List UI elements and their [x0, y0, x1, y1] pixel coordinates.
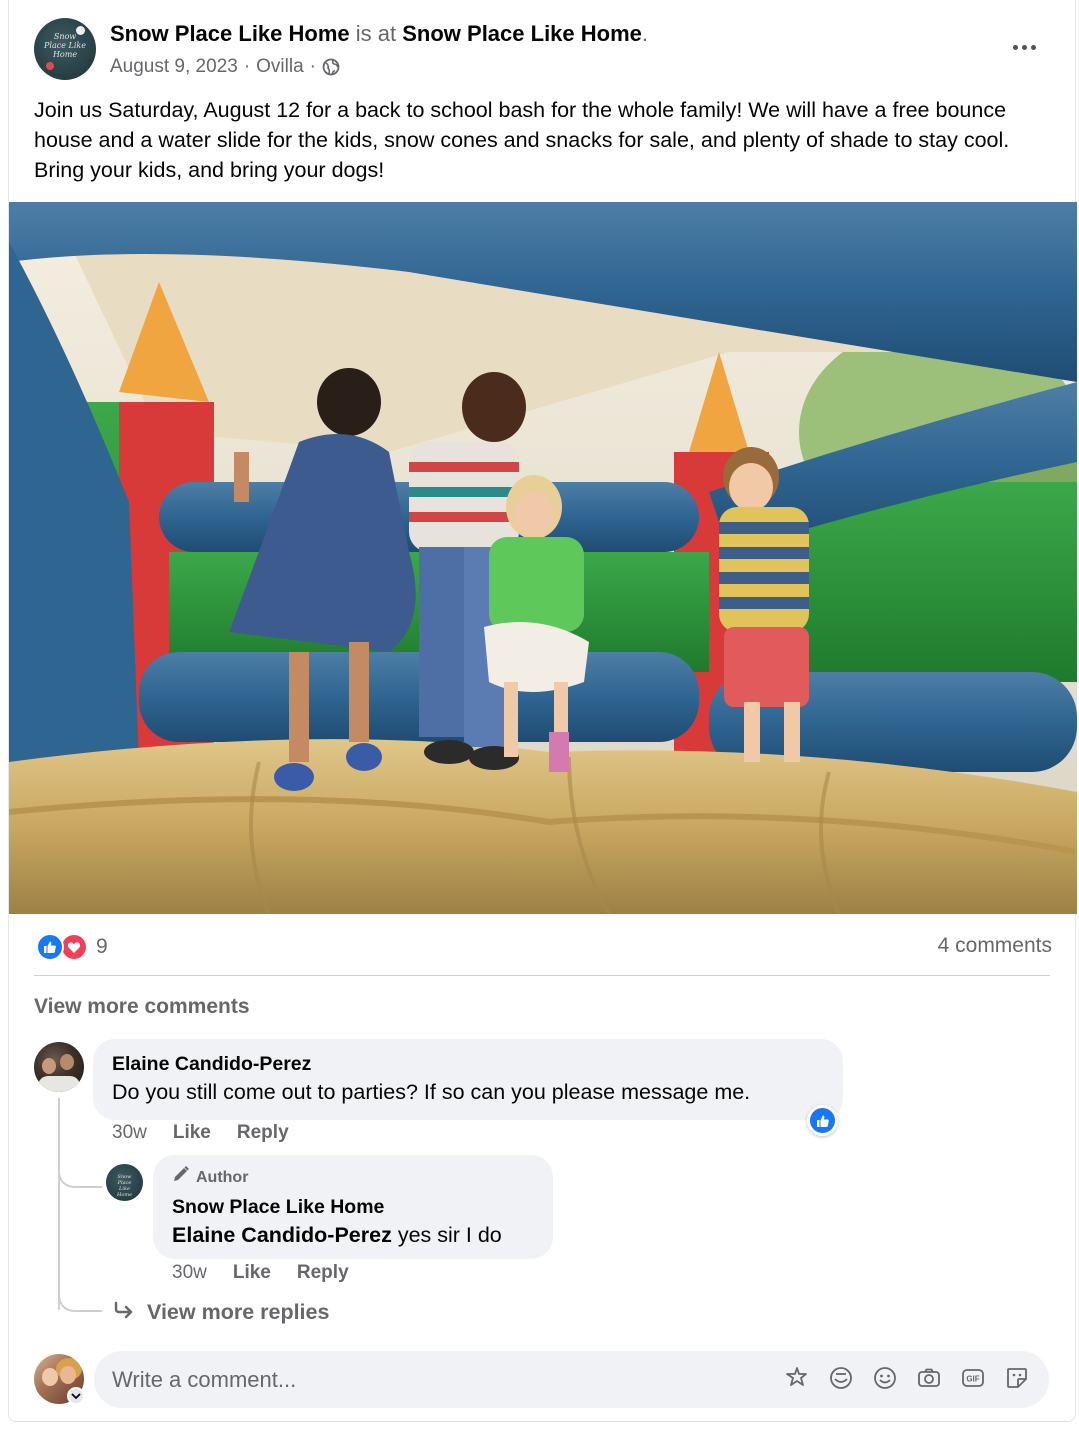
- view-more-replies-link[interactable]: View more replies: [113, 1300, 329, 1325]
- avatar-decoration: [76, 26, 85, 35]
- author-badge-label: Author: [196, 1168, 249, 1186]
- reply-button[interactable]: Reply: [237, 1122, 289, 1144]
- comment-bubble: Elaine Candido-Perez Do you still come o…: [93, 1039, 843, 1120]
- love-icon: [60, 933, 88, 961]
- chevron-down-icon[interactable]: [67, 1387, 85, 1405]
- divider: [34, 975, 1050, 976]
- period-text: .: [641, 21, 649, 46]
- comment-text: Do you still come out to parties? If so …: [112, 1080, 751, 1104]
- location-link[interactable]: Snow Place Like Home: [402, 21, 642, 46]
- is-at-text: is at: [355, 21, 397, 46]
- post-date-link[interactable]: August 9, 2023: [110, 54, 238, 80]
- reply-button[interactable]: Reply: [297, 1262, 349, 1284]
- sticker-square-icon[interactable]: [1004, 1365, 1030, 1391]
- pen-icon: [172, 1165, 190, 1190]
- post-text: Join us Saturday, August 12 for a back t…: [34, 98, 1010, 182]
- camera-icon[interactable]: [916, 1365, 942, 1391]
- reply-author-link[interactable]: Snow Place Like Home: [172, 1194, 534, 1220]
- composer-icons: GIF: [784, 1365, 1030, 1391]
- like-button[interactable]: Like: [173, 1122, 211, 1144]
- avatar-decoration: [46, 62, 54, 70]
- reply-timestamp[interactable]: 30w: [172, 1262, 207, 1284]
- thread-line: [58, 1098, 60, 1310]
- reaction-count: 9: [96, 935, 108, 958]
- avatar[interactable]: [34, 1042, 84, 1092]
- reply-text-body: yes sir I do: [391, 1223, 502, 1247]
- reply-actions: 30w Like Reply: [172, 1262, 349, 1284]
- sticker-icon[interactable]: [828, 1365, 854, 1391]
- thread-connector: [58, 1294, 102, 1312]
- comment-author-link[interactable]: Elaine Candido-Perez: [112, 1051, 824, 1077]
- reply-text: Elaine Candido-Perez yes sir I do: [172, 1220, 534, 1250]
- avatar-logo-text: Snow Place Like Home: [44, 32, 86, 59]
- like-icon: [36, 933, 64, 961]
- gif-icon[interactable]: GIF: [960, 1365, 986, 1391]
- page-name-link[interactable]: Snow Place Like Home: [110, 21, 350, 46]
- comment-timestamp[interactable]: 30w: [112, 1122, 147, 1144]
- author-badge: Author: [172, 1165, 534, 1190]
- like-button[interactable]: Like: [233, 1262, 271, 1284]
- meta-separator: ·: [243, 56, 251, 77]
- avatar[interactable]: Snow Place Like Home: [106, 1164, 143, 1201]
- comment-input[interactable]: [112, 1351, 762, 1408]
- comment-actions: 30w Like Reply: [112, 1122, 289, 1144]
- more-options-icon[interactable]: [1008, 34, 1040, 60]
- reaction-summary[interactable]: 9: [36, 933, 108, 961]
- reply-bubble: Author Snow Place Like Home Elaine Candi…: [153, 1155, 553, 1259]
- avatar-sticker-icon[interactable]: [784, 1365, 810, 1391]
- avatar-logo-text: Snow Place Like Home: [116, 1174, 133, 1198]
- thread-connector: [58, 1170, 102, 1188]
- svg-text:GIF: GIF: [966, 1375, 979, 1384]
- comment-composer: GIF: [94, 1351, 1049, 1408]
- globe-icon[interactable]: [322, 58, 340, 76]
- place-link[interactable]: Ovilla: [256, 54, 304, 80]
- page-avatar[interactable]: Snow Place Like Home: [34, 18, 96, 80]
- post-header: Snow Place Like Home is at Snow Place Li…: [110, 20, 648, 48]
- reply-arrow-icon: [113, 1300, 135, 1325]
- post-photo[interactable]: [9, 202, 1077, 914]
- post-meta: August 9, 2023 · Ovilla ·: [110, 54, 340, 80]
- comments-count-link[interactable]: 4 comments: [938, 934, 1052, 958]
- mention-link[interactable]: Elaine Candido-Perez: [172, 1223, 392, 1247]
- emoji-icon[interactable]: [872, 1365, 898, 1391]
- meta-separator: ·: [309, 56, 316, 77]
- like-icon[interactable]: [807, 1105, 838, 1136]
- view-more-comments-link[interactable]: View more comments: [34, 995, 250, 1019]
- view-more-replies-label: View more replies: [147, 1300, 330, 1324]
